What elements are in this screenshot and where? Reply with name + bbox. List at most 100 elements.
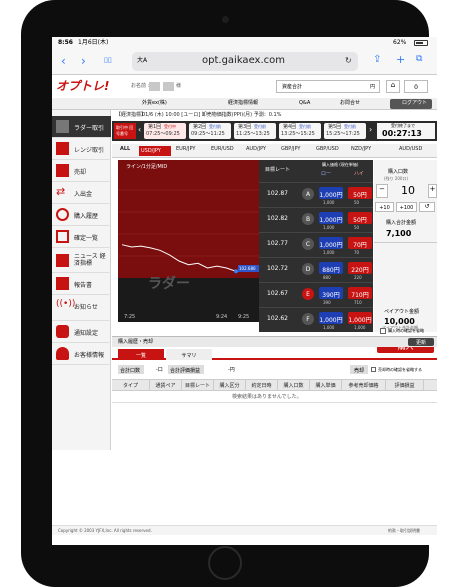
round-1[interactable]: 第1回 受付中 07:25〜09:25: [144, 123, 186, 139]
tabs-icon[interactable]: ⧉: [416, 55, 422, 64]
refresh-button[interactable]: 更新: [408, 338, 434, 346]
high-sub: 220: [354, 275, 362, 280]
sidebar-item-report[interactable]: 報告書: [52, 273, 111, 295]
low-button[interactable]: 1,000円: [319, 237, 343, 249]
history-table-header: タイプ 通貨ペア 目標レート 購入区分 約定日時 購入口数 購入単価 参考売却価…: [112, 379, 437, 391]
book-icon[interactable]: ▯▯: [104, 57, 112, 64]
price-chart[interactable]: ライン/1分足/MID ラダー 7:25 9:24 9:25 102.680: [118, 160, 259, 322]
low-button[interactable]: 390円: [319, 287, 343, 299]
customer-label: お名前 :: [131, 83, 150, 89]
timeline-prev-icon[interactable]: ‹: [138, 126, 141, 134]
plus100-button[interactable]: +100: [396, 202, 417, 212]
timeline-next-icon[interactable]: ›: [369, 126, 372, 134]
sidebar-item-news[interactable]: ニュース 経済指標: [52, 248, 111, 273]
terms-link[interactable]: 約款・取引説明書: [388, 529, 420, 533]
customer-suffix: 様: [176, 83, 182, 89]
pair-tab-eurusd[interactable]: EUR/USD: [211, 146, 234, 156]
high-button[interactable]: 70円: [348, 237, 372, 249]
link-gaikaex[interactable]: 外貨ex(株): [142, 101, 167, 106]
pair-tab-audusd[interactable]: AUD/USD: [399, 146, 422, 156]
col-kind: 購入区分: [214, 380, 246, 390]
battery-percent: 62%: [393, 39, 407, 46]
pair-tab-usdjpy[interactable]: USD/JPY: [139, 146, 171, 156]
pair-tab-eurjpy[interactable]: EUR/JPY: [176, 146, 195, 156]
sidebar-item-user[interactable]: お客様情報: [52, 343, 111, 365]
logout-button[interactable]: ログアウト: [390, 99, 432, 109]
link-econ[interactable]: 経済指標情報: [228, 101, 258, 106]
high-button[interactable]: 50円: [348, 187, 372, 199]
report-icon: [56, 277, 69, 290]
sidebar-item-transfer[interactable]: ⇄ 入出金: [52, 182, 111, 204]
low-button[interactable]: 1,000円: [319, 312, 343, 324]
ladder-letter[interactable]: D: [302, 263, 314, 275]
high-button[interactable]: 220円: [348, 262, 372, 274]
high-button[interactable]: 1,000円: [348, 312, 372, 324]
sidebar-item-notice[interactable]: ((•)) お知らせ: [52, 295, 111, 321]
ladder-letter[interactable]: B: [302, 213, 314, 225]
sidebar-item-history[interactable]: 購入履歴: [52, 204, 111, 226]
round-4[interactable]: 第4回 受付前 13:25〜15:25: [279, 123, 321, 139]
range-icon: [56, 142, 69, 155]
share-icon[interactable]: ⇪: [373, 55, 381, 65]
pair-tab-audjpy[interactable]: AUD/JPY: [246, 146, 266, 156]
site-logo[interactable]: オプトレ!: [56, 80, 109, 92]
tab-list[interactable]: 一覧: [118, 349, 164, 360]
sidebar-item-range[interactable]: レンジ取引: [52, 138, 111, 160]
round-timeline: 取引中 回号番号 ‹ 第1回 受付中 07:25〜09:25 第2回 受付前 0…: [112, 121, 437, 141]
high-button[interactable]: 50円: [348, 212, 372, 224]
skip-confirm-checkbox[interactable]: [380, 328, 386, 334]
pair-tab-all[interactable]: ALL: [120, 146, 130, 156]
cart-count[interactable]: 0: [404, 80, 428, 93]
low-button[interactable]: 1,000円: [319, 187, 343, 199]
col-datetime: 約定日時: [246, 380, 278, 390]
sell-skip-checkbox[interactable]: [371, 367, 376, 372]
round-5[interactable]: 第5回 受付前 15:25〜17:25: [324, 123, 366, 139]
pair-tab-nzdjpy[interactable]: NZD/JPY: [351, 146, 371, 156]
back-icon[interactable]: ‹: [61, 55, 66, 67]
qty-increment-button[interactable]: +: [428, 184, 437, 198]
round-2[interactable]: 第2回 受付前 09:25〜11:25: [189, 123, 231, 139]
reload-icon[interactable]: ↻: [345, 57, 352, 65]
footer: Copyright © 2003 YJFX,Inc. All rights re…: [52, 525, 437, 535]
news-icon: [56, 254, 69, 267]
ladder-letter[interactable]: A: [302, 188, 314, 200]
asset-total-label: 資産合計: [282, 84, 303, 90]
low-button[interactable]: 880円: [319, 262, 343, 274]
home-icon[interactable]: ⌂: [386, 80, 400, 93]
address-bar[interactable]: 大A opt.gaikaex.com ↻: [132, 52, 358, 71]
home-button[interactable]: [208, 546, 242, 580]
text-size-button[interactable]: 大A: [137, 58, 147, 64]
reset-icon[interactable]: ↺: [419, 202, 435, 212]
sidebar-item-sell[interactable]: 売却: [52, 160, 111, 182]
ladder-letter[interactable]: E: [302, 288, 314, 300]
history-tabs: 一覧 サマリ: [112, 348, 437, 360]
sidebar-item-confirmed[interactable]: 確定一覧: [52, 226, 111, 248]
col-pair: 通貨ペア: [150, 380, 182, 390]
sidebar-item-settings[interactable]: 通知設定: [52, 321, 111, 343]
high-sub: 1,000: [354, 325, 366, 330]
history-empty-text: 検索結果はありませんでした。: [232, 394, 302, 400]
pair-tab-gbpusd[interactable]: GBP/USD: [316, 146, 339, 156]
deadline-box: 受付終了まで 00:27:13: [377, 123, 435, 139]
list-icon: [56, 230, 69, 243]
new-tab-icon[interactable]: +: [396, 54, 405, 65]
sidebar-item-ladder[interactable]: ラダー取引: [52, 116, 111, 138]
sell-button[interactable]: 売却: [350, 365, 368, 374]
forward-icon[interactable]: ›: [81, 55, 86, 67]
round-3[interactable]: 第3回 受付前 11:25〜13:25: [234, 123, 276, 139]
ladder-letter[interactable]: F: [302, 313, 314, 325]
link-qa[interactable]: Q&A: [299, 101, 310, 106]
link-contact[interactable]: お問合せ: [340, 101, 360, 106]
ladder-letter[interactable]: C: [302, 238, 314, 250]
pair-tab-gbpjpy[interactable]: GBP/JPY: [281, 146, 300, 156]
low-button[interactable]: 1,000円: [319, 212, 343, 224]
econ-text: 01/6 (木) 10:00 [ユーロ] 卸売物価指数(PPI)(月) 予測：0…: [142, 112, 282, 118]
qty-decrement-button[interactable]: −: [376, 184, 388, 198]
high-sub: 50: [354, 225, 360, 230]
qty-input[interactable]: 10: [389, 184, 427, 198]
deadline-timer: 00:27:13: [382, 129, 422, 138]
plus10-button[interactable]: +10: [375, 202, 394, 212]
tab-summary[interactable]: サマリ: [166, 349, 212, 360]
chart-upper-zone: [118, 160, 259, 278]
high-button[interactable]: 710円: [348, 287, 372, 299]
